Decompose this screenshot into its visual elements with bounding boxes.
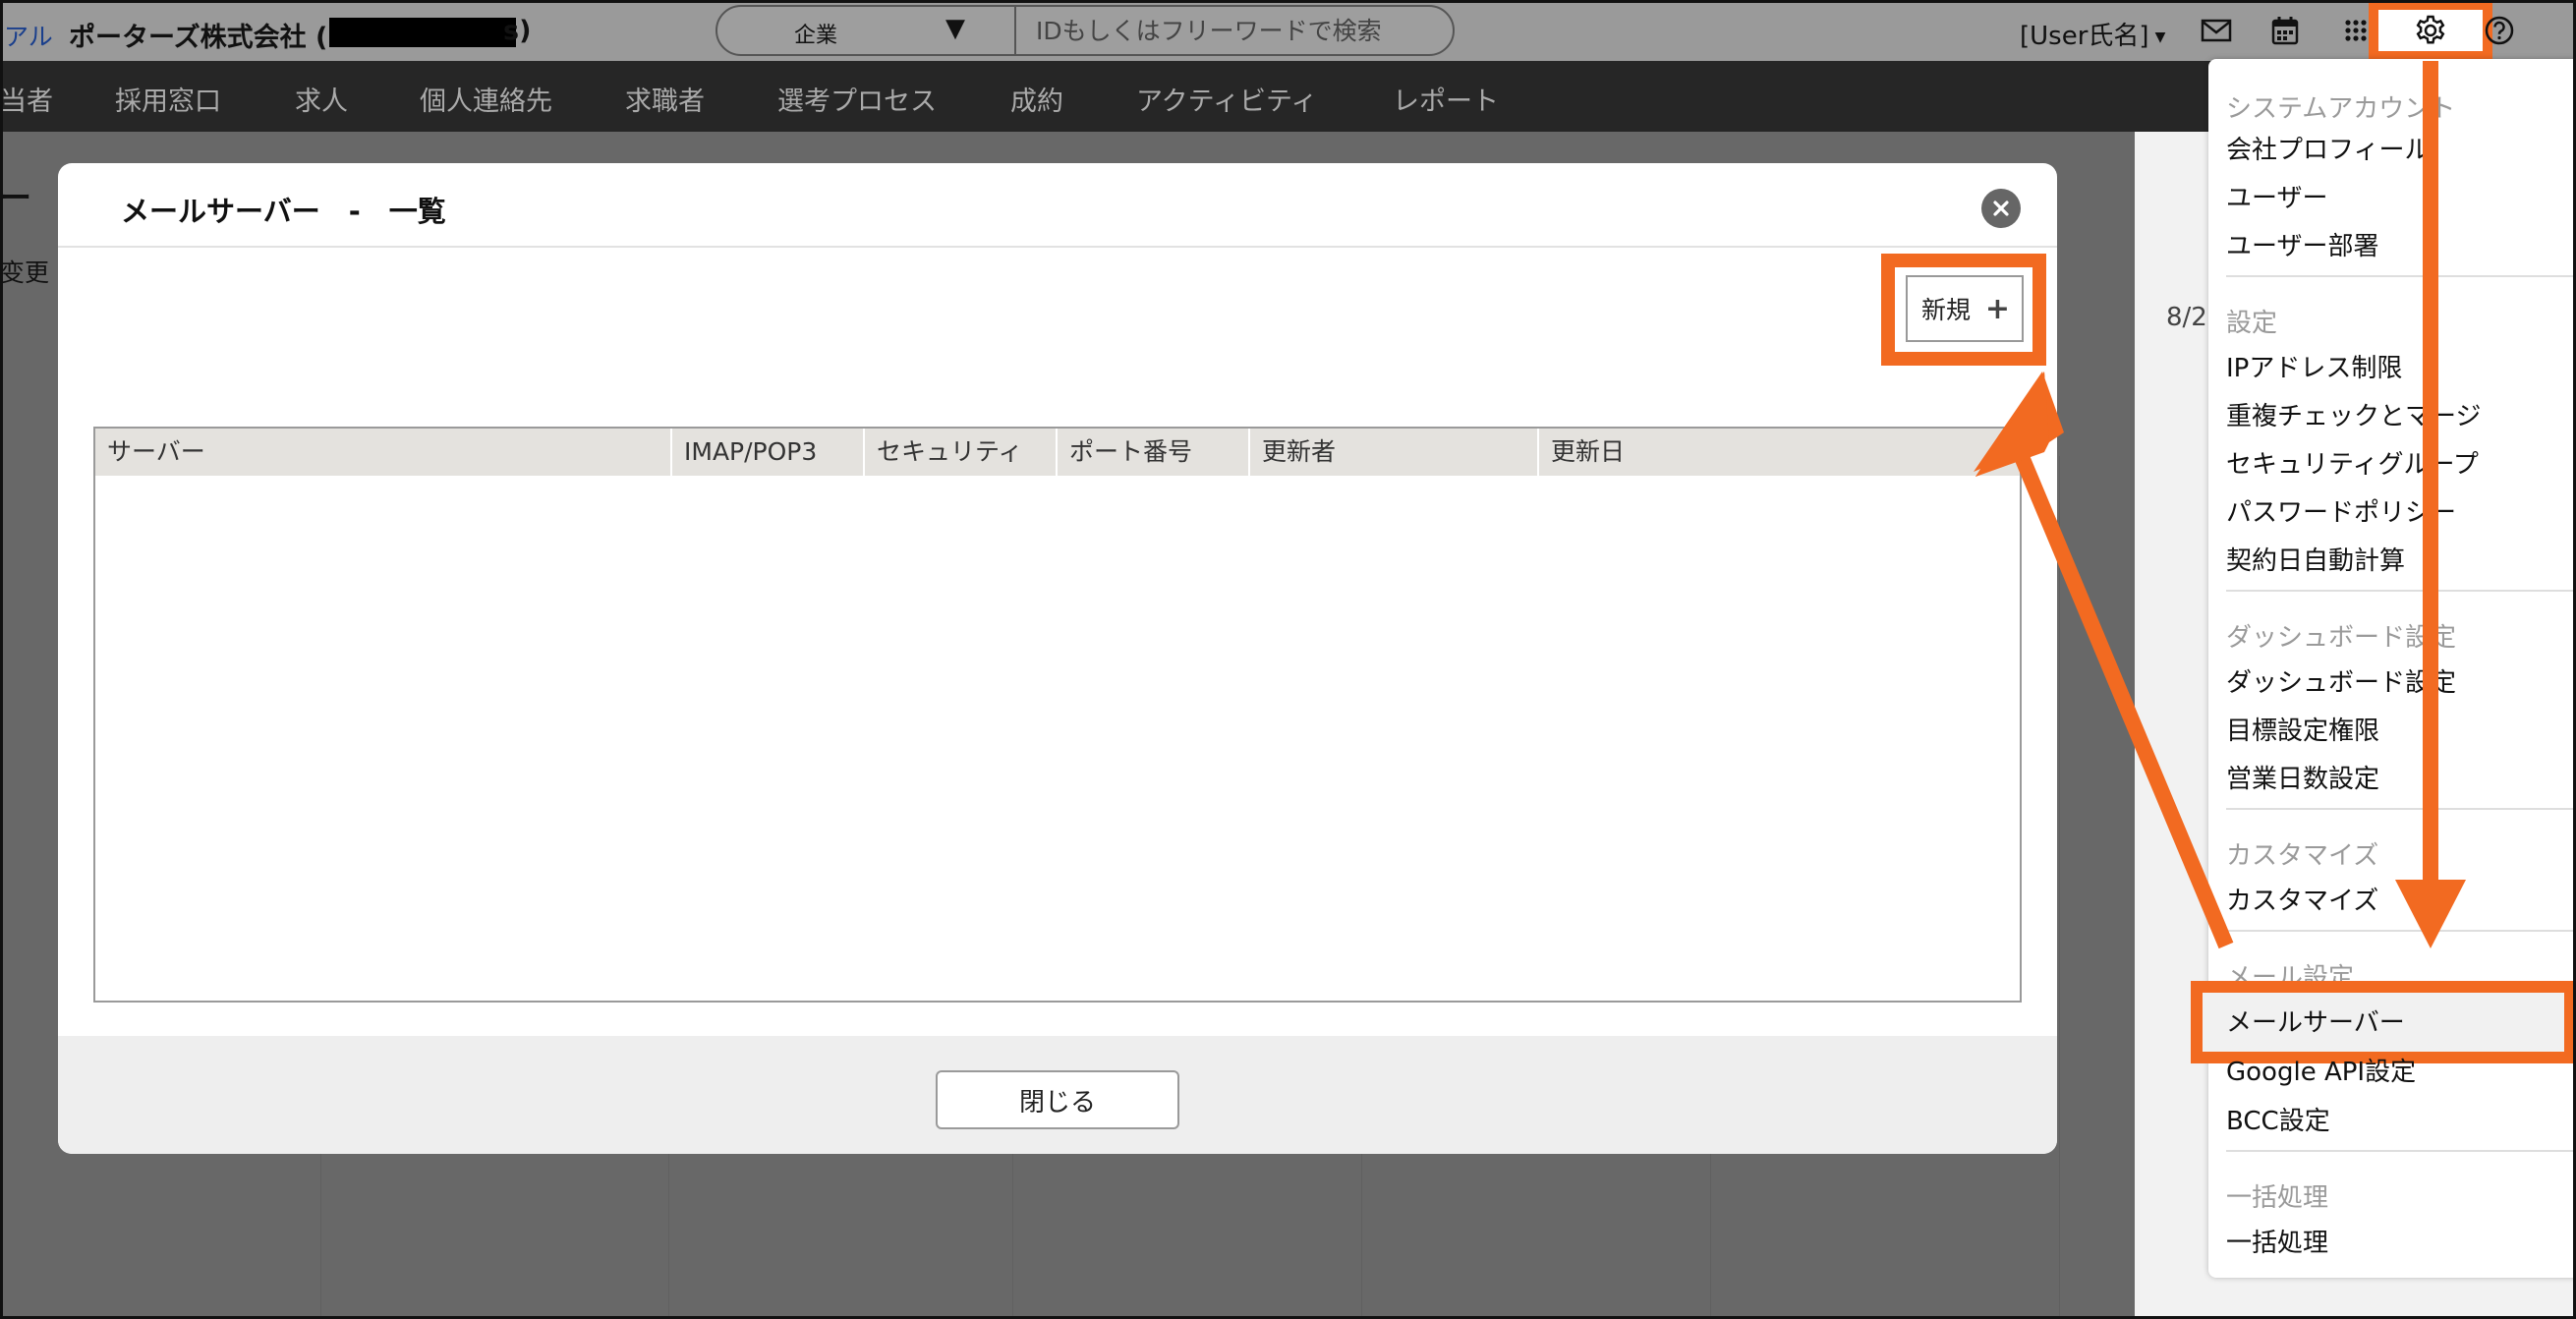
mail-server-table: サーバー IMAP/POP3 セキュリティ ポート番号 更新者 更新日 [93, 427, 2022, 1003]
mail-icon[interactable] [2200, 14, 2233, 47]
nav-item-selection-process[interactable]: 選考プロセス [777, 80, 937, 118]
menu-divider [2226, 590, 2576, 592]
table-header: サーバー IMAP/POP3 セキュリティ ポート番号 更新者 更新日 [95, 429, 2020, 476]
menu-item-user-departments[interactable]: ユーザー部署 [2226, 226, 2378, 262]
settings-dropdown: システムアカウント 会社プロフィール ユーザー ユーザー部署 設定 IPアドレス… [2191, 59, 2576, 1278]
menu-item-bcc-settings[interactable]: BCC設定 [2226, 1101, 2330, 1137]
menu-item-business-days[interactable]: 営業日数設定 [2226, 759, 2379, 795]
column-header-updated-date[interactable]: 更新日 [1539, 429, 2020, 476]
menu-item-contract-date-calc[interactable]: 契約日自動計算 [2226, 541, 2405, 577]
column-header-port[interactable]: ポート番号 [1058, 429, 1250, 476]
new-button-label: 新規 [1921, 296, 1972, 324]
search-input[interactable] [1024, 7, 1447, 54]
gear-icon[interactable] [2414, 14, 2447, 47]
user-menu[interactable]: [User氏名] ▼ [2020, 16, 2165, 52]
nav-item-tantosha[interactable]: 当者 [0, 80, 53, 118]
modal-title: メールサーバー - 一覧 [121, 195, 446, 228]
company-name: ポーターズ株式会社 ( [69, 23, 328, 53]
background-title-fragment: ー [0, 179, 32, 216]
menu-item-duplicate-check[interactable]: 重複チェックとマージ [2226, 396, 2481, 432]
main-nav: 当者 採用窓口 求人 個人連絡先 求職者 選考プロセス 成約 アクティビティ レ… [0, 61, 2576, 132]
nav-item-candidates[interactable]: 求職者 [625, 80, 705, 118]
global-search: 企業 ▼ [716, 5, 1455, 56]
close-icon[interactable] [1981, 189, 2021, 228]
section-title-customize: カスタマイズ [2226, 841, 2379, 871]
grid-line [2059, 456, 2060, 1319]
caret-down-icon: ▼ [2154, 29, 2166, 45]
menu-item-password-policy[interactable]: パスワードポリシー [2226, 492, 2456, 529]
close-button[interactable]: 閉じる [936, 1070, 1179, 1129]
nav-item-recruit-contact[interactable]: 採用窓口 [115, 80, 221, 118]
manual-link[interactable]: アル [4, 18, 53, 53]
menu-divider [2226, 1150, 2576, 1152]
nav-item-jobs[interactable]: 求人 [295, 80, 348, 118]
help-icon[interactable] [2483, 14, 2516, 47]
background-date-fragment: 8/2 [2166, 303, 2207, 332]
redaction-bar [329, 18, 516, 47]
menu-item-dashboard-settings[interactable]: ダッシュボード設定 [2226, 662, 2456, 699]
column-header-protocol[interactable]: IMAP/POP3 [672, 429, 865, 476]
company-name-tail: s) [503, 16, 532, 46]
menu-item-customize[interactable]: カスタマイズ [2226, 881, 2378, 917]
plus-icon: + [1984, 291, 2010, 326]
menu-item-users[interactable]: ユーザー [2226, 178, 2327, 214]
entity-select[interactable]: 企業 ▼ [717, 7, 1016, 54]
top-header: アル ポーターズ株式会社 ( s) 企業 ▼ [User氏名] ▼ [0, 0, 2576, 61]
section-title-dashboard: ダッシュボード設定 [2226, 623, 2457, 653]
modal-header: メールサーバー - 一覧 [58, 163, 2057, 248]
calendar-icon[interactable] [2268, 14, 2302, 47]
menu-item-google-api[interactable]: Google API設定 [2226, 1052, 2416, 1088]
background-change-fragment: 变更 [0, 258, 50, 287]
nav-item-personal-contacts[interactable]: 個人連絡先 [420, 80, 552, 118]
apps-grid-icon[interactable] [2339, 14, 2373, 47]
entity-select-value: 企業 [794, 24, 838, 48]
menu-item-mail-server[interactable]: メールサーバー [2226, 1003, 2405, 1039]
nav-item-activities[interactable]: アクティビティ [1136, 80, 1317, 118]
menu-divider [2226, 808, 2576, 810]
section-title-settings: 設定 [2226, 309, 2278, 338]
caret-down-icon: ▼ [945, 14, 965, 43]
new-mail-server-button[interactable]: 新規 + [1906, 275, 2024, 342]
mail-server-modal: メールサーバー - 一覧 新規 + サーバー IMAP/POP3 セキュリティ … [58, 163, 2057, 1154]
nav-item-placements[interactable]: 成約 [1010, 80, 1063, 118]
column-header-security[interactable]: セキュリティ [865, 429, 1058, 476]
column-header-updated-by[interactable]: 更新者 [1250, 429, 1539, 476]
user-name: [User氏名] [2020, 22, 2149, 51]
menu-divider [2226, 275, 2576, 277]
menu-item-goal-permissions[interactable]: 目標設定権限 [2226, 711, 2379, 747]
nav-item-reports[interactable]: レポート [1393, 80, 1499, 118]
section-title-system-account: システムアカウント [2226, 94, 2456, 124]
section-title-bulk-processing: 一括処理 [2226, 1183, 2329, 1213]
menu-item-security-groups[interactable]: セキュリティグループ [2226, 444, 2479, 481]
menu-divider [2226, 930, 2576, 932]
menu-item-bulk-processing[interactable]: 一括処理 [2226, 1223, 2328, 1259]
menu-item-company-profile[interactable]: 会社プロフィール [2226, 130, 2430, 166]
column-header-server[interactable]: サーバー [95, 429, 672, 476]
menu-item-ip-restriction[interactable]: IPアドレス制限 [2226, 348, 2402, 384]
